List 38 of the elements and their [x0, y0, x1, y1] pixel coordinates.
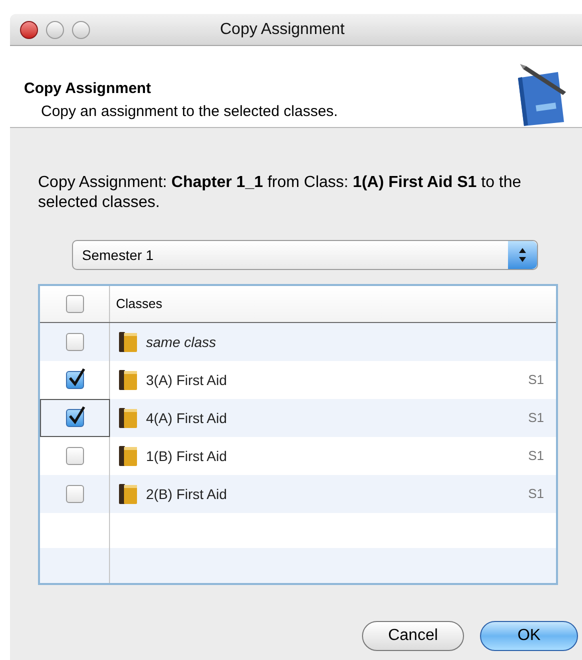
semester-dropdown[interactable]: Semester 1	[72, 240, 538, 270]
book-icon	[118, 407, 138, 429]
book-icon	[118, 331, 138, 353]
term-label: S1	[528, 371, 544, 390]
window-title: Copy Assignment	[220, 20, 345, 40]
checkbox[interactable]	[66, 447, 84, 465]
header-title: Copy Assignment	[24, 79, 152, 99]
class-name: same class	[146, 332, 216, 352]
checkbox[interactable]	[66, 371, 84, 389]
term-label: S1	[528, 485, 544, 504]
term-label: S1	[528, 409, 544, 428]
table-row[interactable]: 2(B) First Aid S1	[40, 475, 556, 513]
class-name: 2(B) First Aid	[146, 484, 228, 504]
table-row[interactable]: same class	[40, 323, 556, 361]
checkbox[interactable]	[66, 295, 84, 313]
checkmark-icon	[68, 367, 86, 387]
table-row[interactable]: 4(A) First Aid S1	[40, 399, 556, 437]
book-icon	[118, 483, 138, 505]
ok-button[interactable]: OK	[480, 621, 578, 651]
checkbox[interactable]	[66, 409, 84, 427]
column-header[interactable]: Classes	[110, 286, 162, 322]
stepper-arrows-icon	[508, 241, 537, 269]
class-name: 1(B) First Aid	[146, 446, 228, 466]
term-label: S1	[528, 447, 544, 466]
zoom-button[interactable]	[72, 20, 90, 38]
class-name: 3(A) First Aid	[146, 370, 228, 390]
checkmark-icon	[68, 405, 86, 425]
cancel-button[interactable]: Cancel	[362, 621, 464, 651]
book-icon	[118, 445, 138, 467]
header-subtitle: Copy an assignment to the selected classes.	[40, 102, 338, 122]
semester-value: Semester 1	[81, 246, 154, 264]
close-button[interactable]	[20, 20, 38, 38]
checkbox[interactable]	[66, 333, 84, 351]
minimize-button[interactable]	[46, 20, 64, 38]
class-name: 4(A) First Aid	[146, 408, 228, 428]
description-text: Copy Assignment: Chapter 1_1 from Class: 1(A) First Aid S1 to the selected classes.	[38, 173, 522, 213]
checkbox[interactable]	[66, 485, 84, 503]
book-icon	[118, 369, 138, 391]
